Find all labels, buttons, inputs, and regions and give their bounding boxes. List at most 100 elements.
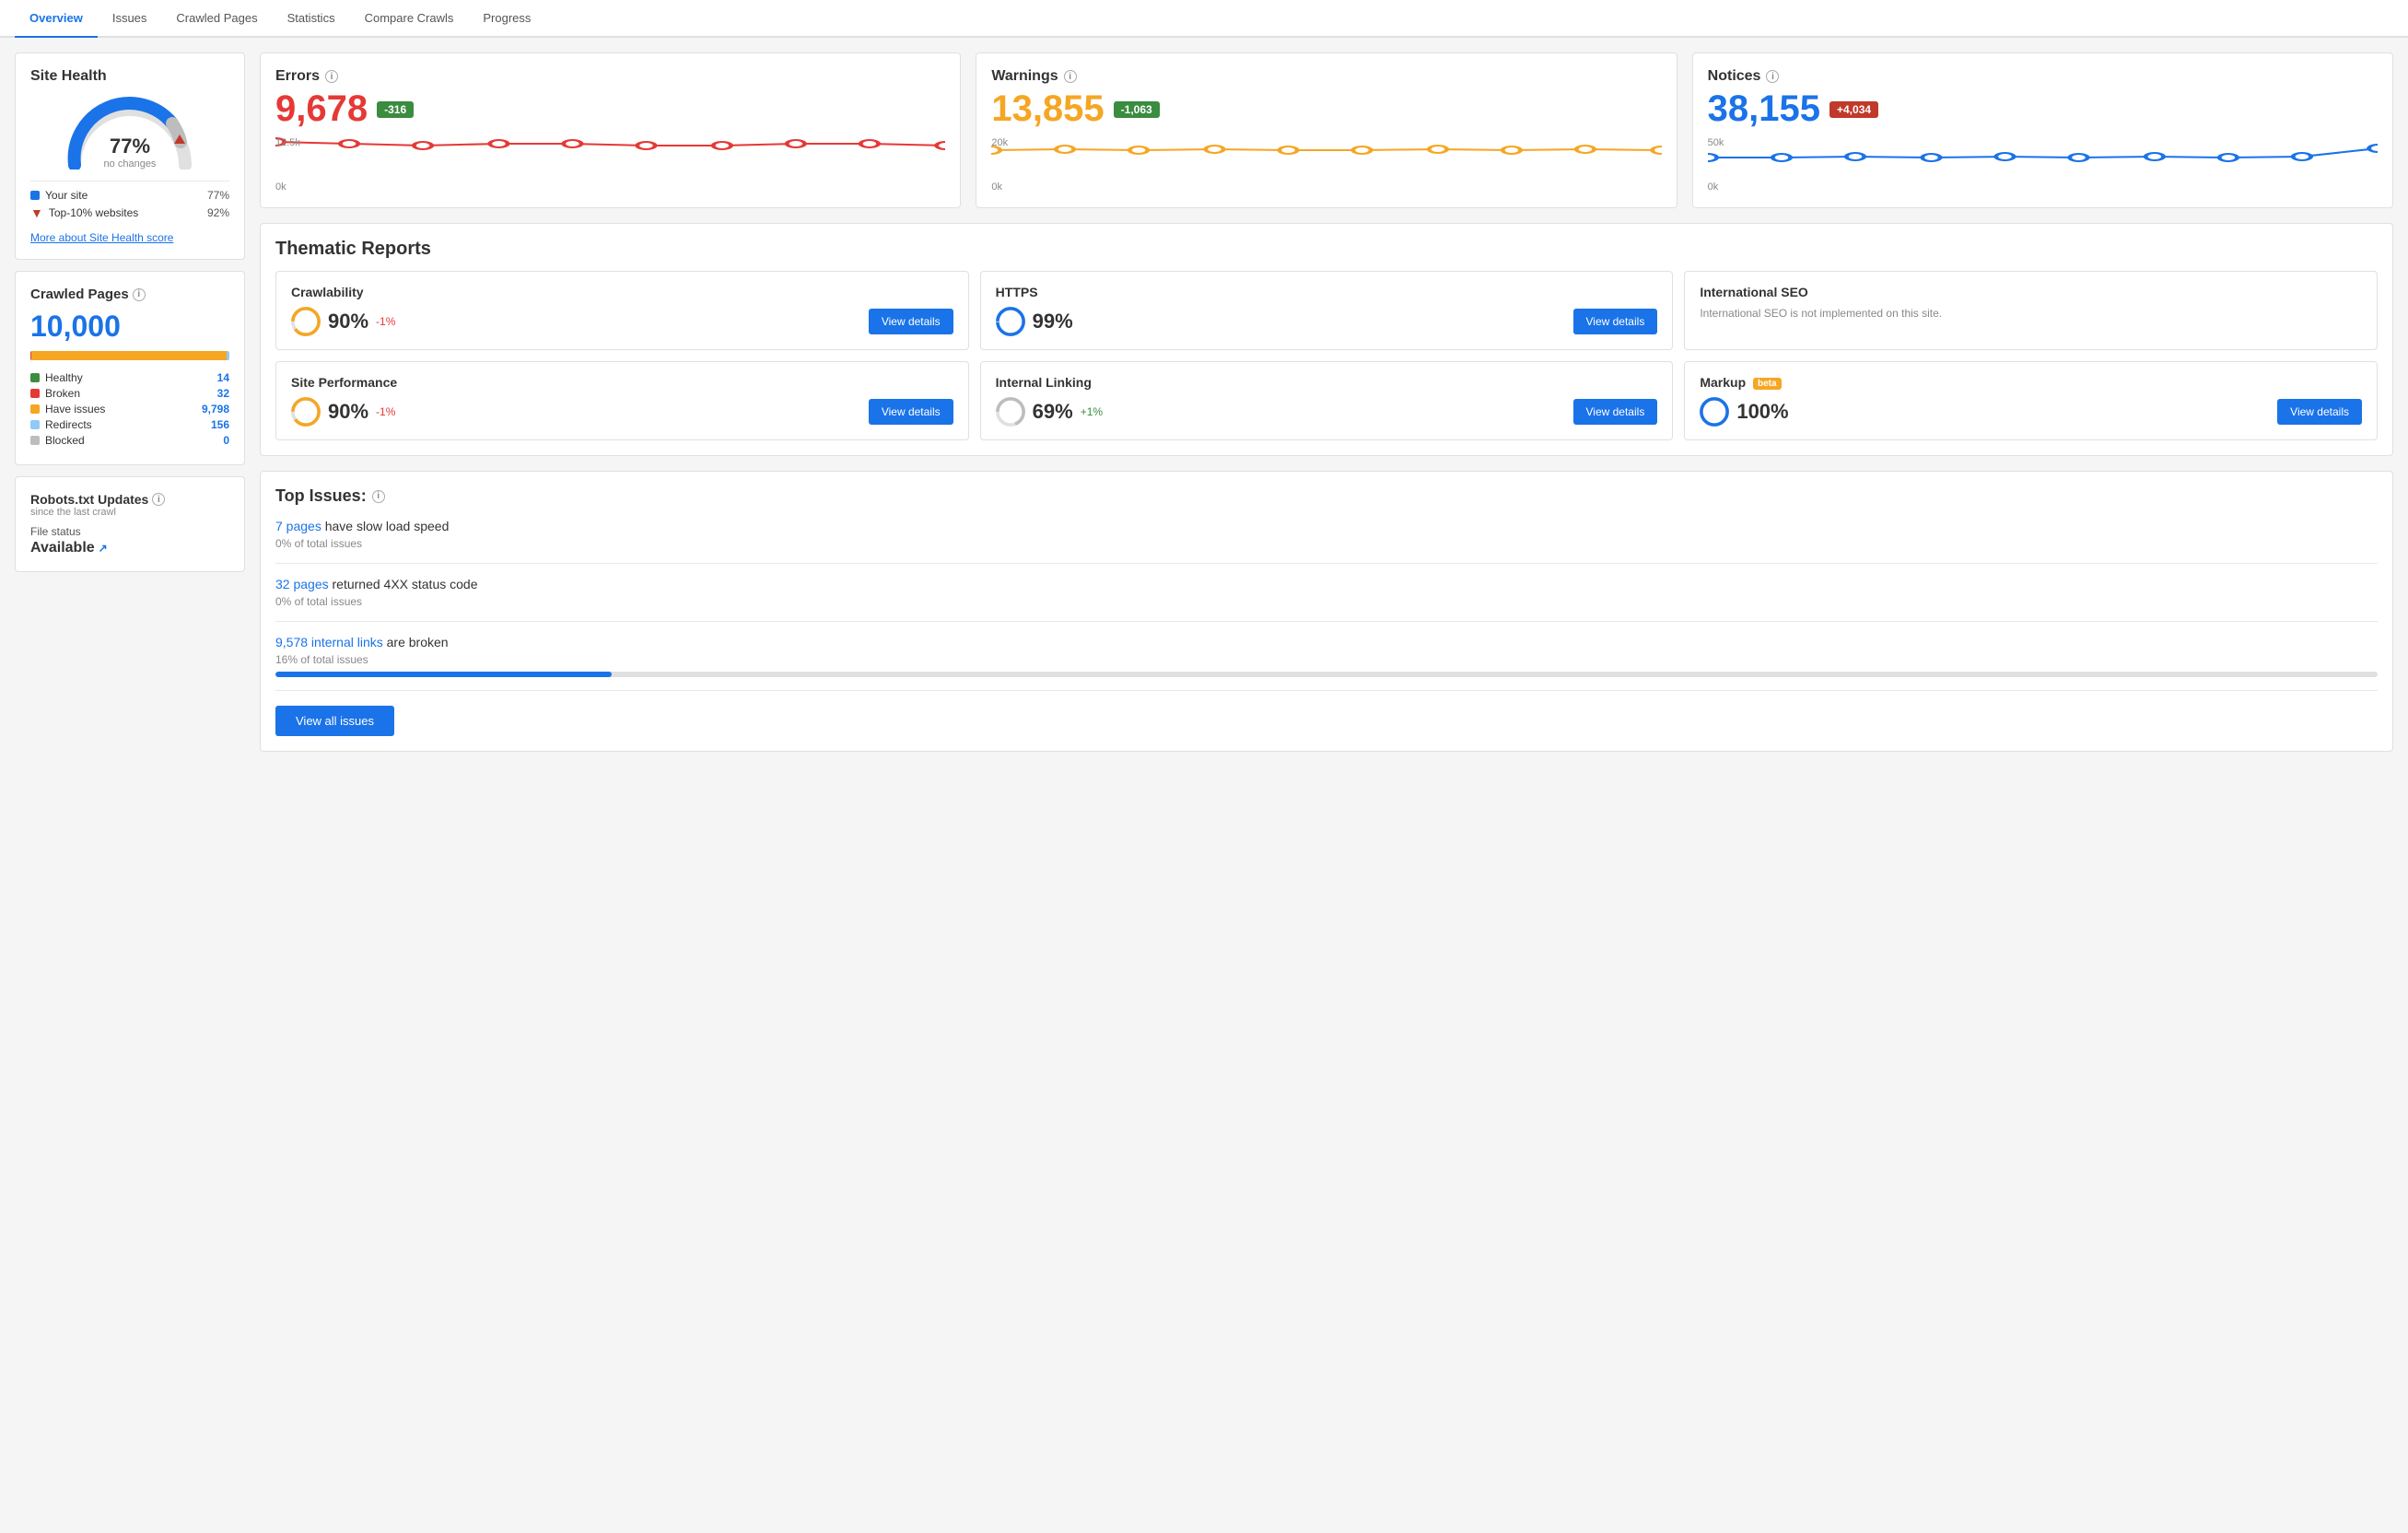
thematic-grid: Crawlability 90% -1% View details: [275, 271, 2378, 440]
thematic-reports-section: Thematic Reports Crawlability 90% -1%: [260, 223, 2393, 456]
notices-card: Notices i 38,155 +4,034 50k: [1692, 53, 2393, 208]
https-donut: [996, 307, 1025, 336]
issue-row-1: 7 pages have slow load speed 0% of total…: [275, 506, 2378, 564]
tab-compare-crawls[interactable]: Compare Crawls: [350, 0, 469, 38]
thematic-crawlability: Crawlability 90% -1% View details: [275, 271, 969, 350]
dot-redirects: [30, 420, 40, 429]
beta-badge: beta: [1753, 378, 1782, 390]
dot-broken: [30, 389, 40, 398]
gauge-container: 77% no changes: [30, 96, 229, 170]
thematic-markup-row: 100% View details: [1700, 397, 2362, 427]
stat-issues-val: 9,798: [202, 403, 229, 415]
crawled-pages-info-icon[interactable]: i: [133, 288, 146, 301]
issue-2-subtitle: 0% of total issues: [275, 595, 2378, 608]
errors-chart: 12.5k 0k: [275, 137, 945, 193]
issue-3-link[interactable]: 9,578 internal links: [275, 635, 383, 649]
thematic-internal-linking: Internal Linking 69% +1% View details: [980, 361, 1674, 440]
pb-issues: [31, 351, 227, 360]
top-issues-title: Top Issues: i: [275, 486, 2378, 506]
thematic-intl-seo: International SEO International SEO is n…: [1684, 271, 2378, 350]
markup-donut: [1700, 397, 1729, 427]
issue-3-title: 9,578 internal links are broken: [275, 635, 2378, 649]
errors-badge: -316: [377, 101, 414, 118]
notices-badge: +4,034: [1829, 101, 1878, 118]
warnings-info-icon[interactable]: i: [1064, 70, 1077, 83]
issue-2-link[interactable]: 32 pages: [275, 577, 329, 591]
robots-info-icon[interactable]: i: [152, 493, 165, 506]
crawlability-view-details-btn[interactable]: View details: [869, 309, 953, 334]
stat-healthy-label: Healthy: [45, 371, 83, 384]
errors-sparkline: [275, 137, 945, 183]
notices-value: 38,155: [1708, 88, 1820, 130]
ext-link-icon[interactable]: ↗: [99, 542, 108, 555]
warnings-chart: 20k 0k: [991, 137, 1661, 193]
thematic-https-title: HTTPS: [996, 285, 1658, 299]
top-issues-info-icon[interactable]: i: [372, 490, 385, 503]
stat-blocked-val: 0: [223, 434, 229, 447]
view-all-issues-btn[interactable]: View all issues: [275, 706, 394, 736]
warnings-label: Warnings i: [991, 68, 1661, 85]
legend-your-site-val: 77%: [207, 189, 229, 202]
warnings-sparkline: [991, 137, 1661, 183]
issue-3-subtitle: 16% of total issues: [275, 653, 2378, 666]
internal-linking-view-details-btn[interactable]: View details: [1573, 399, 1658, 425]
stat-redirects-val: 156: [211, 418, 229, 431]
file-status-label: File status: [30, 525, 229, 538]
site-health-title: Site Health: [30, 68, 229, 85]
main-content: Errors i 9,678 -316 12.5k: [260, 53, 2393, 752]
more-about-health-link[interactable]: More about Site Health score: [30, 231, 173, 244]
thematic-site-performance-change: -1%: [376, 405, 395, 418]
robots-card: Robots.txt Updates i since the last craw…: [15, 476, 245, 572]
thematic-site-performance: Site Performance 90% -1% View details: [275, 361, 969, 440]
issue-row-3: 9,578 internal links are broken 16% of t…: [275, 622, 2378, 691]
thematic-site-performance-row: 90% -1% View details: [291, 397, 953, 427]
tab-issues[interactable]: Issues: [98, 0, 162, 38]
crawled-pages-card: Crawled Pages i 10,000 Healthy 14: [15, 271, 245, 465]
tab-crawled-pages[interactable]: Crawled Pages: [161, 0, 272, 38]
thematic-markup-title: Markup beta: [1700, 375, 2362, 390]
notices-label: Notices i: [1708, 68, 2378, 85]
issue-row-2: 32 pages returned 4XX status code 0% of …: [275, 564, 2378, 622]
notices-sparkline: [1708, 137, 2378, 183]
markup-view-details-btn[interactable]: View details: [2277, 399, 2362, 425]
legend-your-site: Your site 77%: [30, 189, 229, 202]
notices-info-icon[interactable]: i: [1766, 70, 1779, 83]
gauge-wrap: 77% no changes: [65, 96, 194, 170]
top-issues-section: Top Issues: i 7 pages have slow load spe…: [260, 471, 2393, 752]
https-view-details-btn[interactable]: View details: [1573, 309, 1658, 334]
intl-seo-note: International SEO is not implemented on …: [1700, 307, 2362, 320]
gauge-sub: no changes: [104, 158, 157, 170]
gauge-text: 77% no changes: [104, 135, 157, 170]
issue-1-subtitle: 0% of total issues: [275, 537, 2378, 550]
errors-value: 9,678: [275, 88, 368, 130]
thematic-reports-title: Thematic Reports: [275, 239, 2378, 260]
tab-progress[interactable]: Progress: [468, 0, 545, 38]
robots-title: Robots.txt Updates i: [30, 492, 229, 507]
legend-dot-blue: [30, 191, 40, 200]
errors-info-icon[interactable]: i: [325, 70, 338, 83]
thematic-crawlability-change: -1%: [376, 315, 395, 328]
thematic-https-row: 99% View details: [996, 307, 1658, 336]
thematic-crawlability-row: 90% -1% View details: [291, 307, 953, 336]
thematic-markup-pct: 100%: [1736, 400, 1788, 424]
tab-overview[interactable]: Overview: [15, 0, 98, 38]
gauge-pct: 77%: [104, 135, 157, 158]
warnings-card: Warnings i 13,855 -1,063 20k: [976, 53, 1677, 208]
site-performance-view-details-btn[interactable]: View details: [869, 399, 953, 425]
issue-1-link[interactable]: 7 pages: [275, 519, 321, 533]
warnings-value: 13,855: [991, 88, 1104, 130]
dot-blocked: [30, 436, 40, 445]
crawled-pages-count: 10,000: [30, 310, 229, 344]
thematic-site-performance-title: Site Performance: [291, 375, 953, 390]
legend-top10: ▼ Top-10% websites 92%: [30, 205, 229, 220]
thematic-internal-linking-row: 69% +1% View details: [996, 397, 1658, 427]
thematic-site-performance-pct: 90%: [328, 400, 368, 424]
dot-issues: [30, 404, 40, 414]
crawlability-donut: [291, 307, 321, 336]
file-status-val: Available ↗: [30, 540, 229, 556]
tab-statistics[interactable]: Statistics: [273, 0, 350, 38]
warnings-value-row: 13,855 -1,063: [991, 88, 1661, 130]
crawled-pages-progress-bar: [30, 351, 229, 360]
site-health-card: Site Health 77%: [15, 53, 245, 260]
stat-blocked-label: Blocked: [45, 434, 85, 447]
